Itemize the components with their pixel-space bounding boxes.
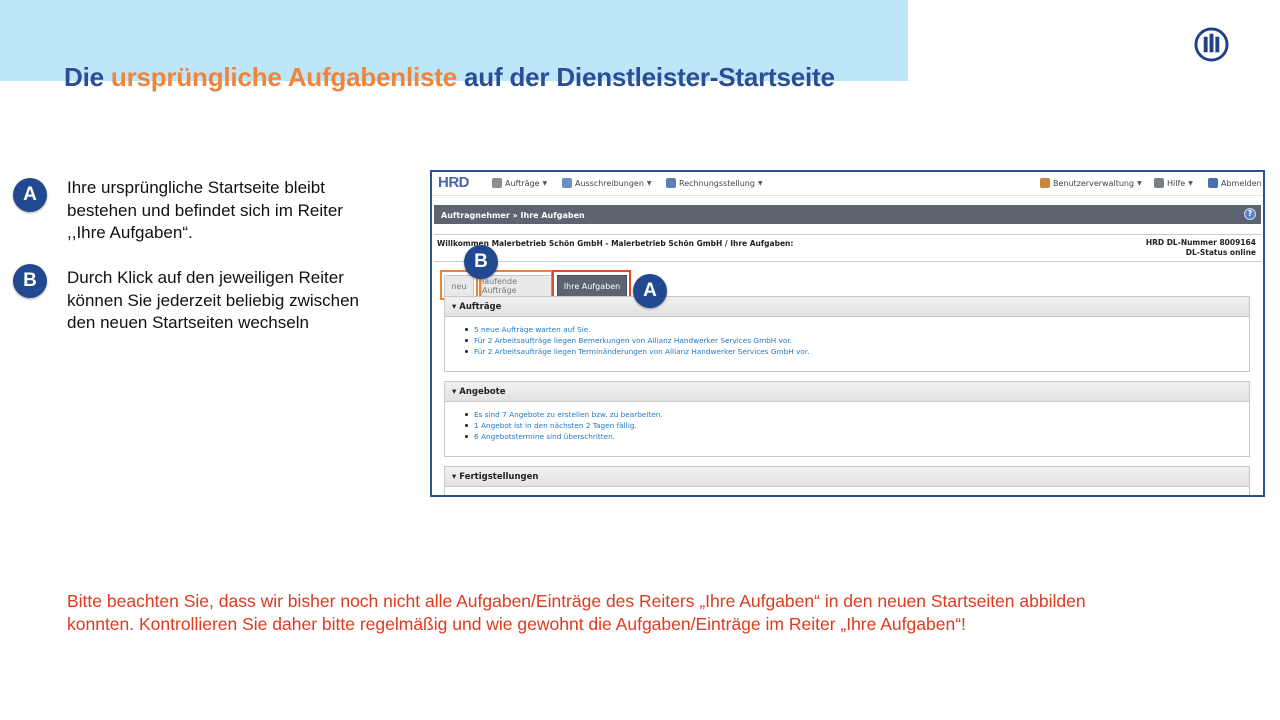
dl-info: HRD DL-Nummer 8009164 DL-Status online	[1146, 238, 1256, 258]
callout-a: A	[633, 274, 667, 308]
nav-benutzerverwaltung[interactable]: Benutzerverwaltung ▼	[1040, 178, 1142, 188]
chevron-down-icon: ▼	[542, 179, 548, 187]
app-screenshot: HRD Aufträge ▼ Ausschreibungen ▼ Rechnun…	[430, 170, 1265, 497]
dl-status: DL-Status online	[1185, 248, 1256, 257]
badge-b: B	[13, 264, 47, 298]
nav-hilfe[interactable]: Hilfe ▼	[1154, 178, 1193, 188]
welcome-bar: Willkommen Malerbetrieb Schön GmbH - Mal…	[434, 234, 1261, 262]
notice-line: konnten. Kontrollieren Sie daher bitte r…	[67, 614, 966, 634]
nav-ausschreibungen[interactable]: Ausschreibungen ▼	[562, 178, 652, 188]
help-book-icon	[1154, 178, 1164, 188]
logout-icon	[1208, 178, 1218, 188]
allianz-logo-icon	[1194, 27, 1229, 62]
orders-icon	[492, 178, 502, 188]
chevron-down-icon: ▼	[757, 179, 763, 187]
tender-icon	[562, 178, 572, 188]
chevron-down-icon: ▼	[1188, 179, 1193, 187]
list-item[interactable]: 6 Angebotstermine sind überschritten.	[465, 431, 1249, 442]
nav-auftraege-label: Aufträge	[505, 178, 540, 188]
panel-header[interactable]: ▾ Aufträge	[445, 297, 1249, 317]
app-navbar: HRD Aufträge ▼ Ausschreibungen ▼ Rechnun…	[432, 172, 1263, 196]
panel-title: Fertigstellungen	[459, 472, 539, 482]
callout-b: B	[464, 245, 498, 279]
help-icon[interactable]: ?	[1244, 208, 1256, 220]
panel-body: Es sind 7 Angebote zu erstellen bzw. zu …	[445, 402, 1249, 442]
users-icon	[1040, 178, 1050, 188]
panel-fertigstellungen: ▾ Fertigstellungen	[444, 466, 1250, 495]
nav-benutzerverwaltung-label: Benutzerverwaltung	[1053, 178, 1135, 188]
bullet-a-line: ,,Ihre Aufgaben“.	[67, 223, 193, 242]
breadcrumb-text: Auftragnehmer » Ihre Aufgaben	[441, 211, 585, 220]
list-item[interactable]: 5 neue Aufträge warten auf Sie.	[465, 324, 1249, 335]
panel-title: Aufträge	[459, 302, 502, 312]
slide-title: Die ursprüngliche Aufgabenliste auf der …	[64, 62, 835, 93]
bullet-b-line: können Sie jederzeit beliebig zwischen	[67, 290, 360, 310]
bullet-a-line: bestehen und befindet sich im Reiter	[67, 200, 343, 220]
breadcrumb: Auftragnehmer » Ihre Aufgaben ?	[434, 205, 1261, 224]
notice-text: Bitte beachten Sie, dass wir bisher noch…	[67, 590, 1086, 636]
title-part-1: Die	[64, 62, 111, 92]
invoice-icon	[666, 178, 676, 188]
bullet-a-line: Ihre ursprüngliche Startseite bleibt	[67, 178, 325, 197]
nav-abmelden-label: Abmelden	[1221, 178, 1262, 188]
panel-angebote: ▾ Angebote Es sind 7 Angebote zu erstell…	[444, 381, 1250, 457]
nav-ausschreibungen-label: Ausschreibungen	[575, 178, 644, 188]
panel-auftraege: ▾ Aufträge 5 neue Aufträge warten auf Si…	[444, 296, 1250, 372]
dl-nummer: HRD DL-Nummer 8009164	[1145, 238, 1256, 247]
bullet-b-line: den neuen Startseiten wechseln	[67, 313, 309, 332]
nav-auftraege[interactable]: Aufträge ▼	[492, 178, 547, 188]
panel-title: Angebote	[459, 387, 506, 397]
chevron-down-icon: ▼	[646, 179, 652, 187]
list-item[interactable]: Es sind 7 Angebote zu erstellen bzw. zu …	[465, 409, 1249, 420]
chevron-down-icon: ▼	[1137, 179, 1142, 187]
nav-rechnungsstellung[interactable]: Rechnungsstellung ▼	[666, 178, 763, 188]
bullet-b-text: Durch Klick auf den jeweiligen Reiter kö…	[67, 267, 359, 335]
bullet-a-text: Ihre ursprüngliche Startseite bleibt bes…	[67, 177, 343, 245]
list-item[interactable]: Für 2 Arbeitsaufträge liegen Terminänder…	[465, 346, 1249, 357]
notice-line: Bitte beachten Sie, dass wir bisher noch…	[67, 591, 1086, 611]
panel-body: 5 neue Aufträge warten auf Sie. Für 2 Ar…	[445, 317, 1249, 357]
badge-a: A	[13, 178, 47, 212]
nav-rechnungsstellung-label: Rechnungsstellung	[679, 178, 755, 188]
title-part-2: ursprüngliche Aufgabenliste	[110, 62, 458, 92]
nav-hilfe-label: Hilfe	[1167, 178, 1186, 188]
title-part-3: auf der Dienstleister-Startseite	[457, 62, 835, 92]
nav-abmelden[interactable]: Abmelden	[1208, 178, 1262, 188]
list-item[interactable]: 1 Angebot ist in den nächsten 2 Tagen fä…	[465, 420, 1249, 431]
list-item[interactable]: Für 2 Arbeitsaufträge liegen Bemerkungen…	[465, 335, 1249, 346]
bullet-b-line: Durch Klick auf den jeweiligen Reiter	[67, 268, 344, 287]
panel-header[interactable]: ▾ Fertigstellungen	[445, 467, 1249, 487]
hrd-logo: HRD	[438, 174, 470, 191]
welcome-text: Willkommen Malerbetrieb Schön GmbH - Mal…	[437, 239, 794, 248]
panel-header[interactable]: ▾ Angebote	[445, 382, 1249, 402]
